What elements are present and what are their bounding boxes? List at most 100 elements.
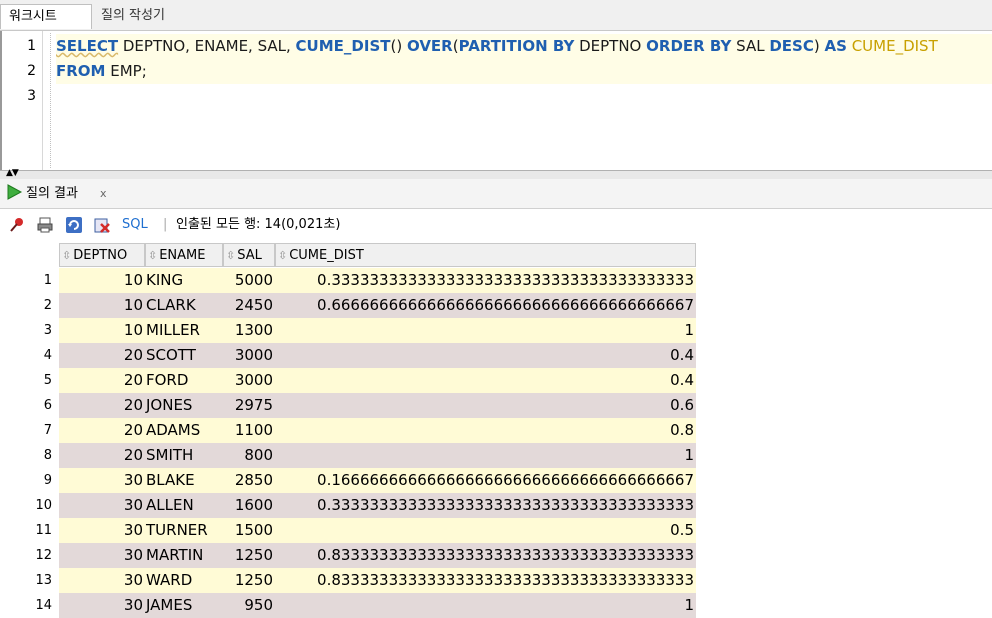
cell-deptno[interactable]: 30: [59, 568, 145, 593]
sql-editor[interactable]: 1 2 3 SELECT DEPTNO, ENAME, SAL, CUME_DI…: [0, 31, 992, 170]
code-alias: CUME_DIST: [851, 37, 938, 55]
cell-sal[interactable]: 800: [223, 443, 275, 468]
code-line-1[interactable]: SELECT DEPTNO, ENAME, SAL, CUME_DIST() O…: [56, 34, 992, 59]
cell-deptno[interactable]: 20: [59, 418, 145, 443]
tab-query-builder[interactable]: 질의 작성기: [93, 4, 173, 28]
export-icon[interactable]: [93, 216, 111, 234]
cell-ename[interactable]: TURNER: [145, 518, 223, 543]
column-header-sal[interactable]: ⇳ SAL: [223, 243, 275, 267]
cell-deptno[interactable]: 30: [59, 493, 145, 518]
cell-sal[interactable]: 2850: [223, 468, 275, 493]
table-row[interactable]: 10 30 ALLEN 1600 0.3333333333333333333333333…: [0, 493, 992, 518]
cell-cume-dist[interactable]: 1: [275, 443, 696, 468]
cell-ename[interactable]: WARD: [145, 568, 223, 593]
cell-sal[interactable]: 5000: [223, 268, 275, 293]
table-row[interactable]: 14 30 JAMES 950 1: [0, 593, 992, 618]
table-row[interactable]: 5 20 FORD 3000 0.4: [0, 368, 992, 393]
line-number: 1: [27, 38, 36, 54]
cell-ename[interactable]: ADAMS: [145, 418, 223, 443]
cell-sal[interactable]: 3000: [223, 343, 275, 368]
cell-cume-dist[interactable]: 0.8: [275, 418, 696, 443]
table-row[interactable]: 7 20 ADAMS 1100 0.8: [0, 418, 992, 443]
cell-deptno[interactable]: 30: [59, 468, 145, 493]
table-row[interactable]: 13 30 WARD 1250 0.83333333333333333333333333…: [0, 568, 992, 593]
cell-deptno[interactable]: 10: [59, 293, 145, 318]
cell-deptno[interactable]: 20: [59, 393, 145, 418]
collapse-arrows-icon[interactable]: ▲▼: [6, 168, 19, 178]
row-number: 6: [0, 393, 58, 418]
cell-sal[interactable]: 1300: [223, 318, 275, 343]
cell-ename[interactable]: CLARK: [145, 293, 223, 318]
cell-cume-dist[interactable]: 0.33333333333333333333333333333333333333: [275, 268, 696, 293]
cell-cume-dist[interactable]: 0.83333333333333333333333333333333333333: [275, 543, 696, 568]
cell-deptno[interactable]: 10: [59, 318, 145, 343]
cell-ename[interactable]: MARTIN: [145, 543, 223, 568]
column-header-ename[interactable]: ⇳ ENAME: [145, 243, 223, 267]
cell-deptno[interactable]: 30: [59, 518, 145, 543]
sql-link[interactable]: SQL: [122, 209, 148, 241]
row-number: 10: [0, 493, 58, 518]
table-row[interactable]: 6 20 JONES 2975 0.6: [0, 393, 992, 418]
cell-cume-dist[interactable]: 1: [275, 593, 696, 618]
tab-query-result[interactable]: 질의 결과: [26, 179, 78, 208]
cell-cume-dist[interactable]: 0.66666666666666666666666666666666666667: [275, 293, 696, 318]
table-row[interactable]: 12 30 MARTIN 1250 0.833333333333333333333333…: [0, 543, 992, 568]
cell-sal[interactable]: 1100: [223, 418, 275, 443]
close-tab-icon[interactable]: x: [100, 179, 107, 208]
table-row[interactable]: 8 20 SMITH 800 1: [0, 443, 992, 468]
table-row[interactable]: 11 30 TURNER 1500 0.5: [0, 518, 992, 543]
column-header-deptno[interactable]: ⇳ DEPTNO: [59, 243, 145, 267]
cell-ename[interactable]: FORD: [145, 368, 223, 393]
code-table: EMP;: [105, 62, 147, 80]
code-line-2[interactable]: FROM EMP;: [56, 59, 992, 84]
tab-worksheet[interactable]: 워크시트: [0, 4, 92, 29]
cell-ename[interactable]: JAMES: [145, 593, 223, 618]
cell-sal[interactable]: 1250: [223, 543, 275, 568]
cell-deptno[interactable]: 10: [59, 268, 145, 293]
cell-ename[interactable]: JONES: [145, 393, 223, 418]
cell-ename[interactable]: SMITH: [145, 443, 223, 468]
fn-cume-dist: CUME_DIST: [295, 37, 391, 55]
table-row[interactable]: 2 10 CLARK 2450 0.66666666666666666666666666…: [0, 293, 992, 318]
row-number: 8: [0, 443, 58, 468]
kw-as: AS: [824, 37, 847, 55]
cell-ename[interactable]: MILLER: [145, 318, 223, 343]
row-number: 11: [0, 518, 58, 543]
code-columns: DEPTNO, ENAME, SAL,: [118, 37, 296, 55]
column-header-cume-dist[interactable]: ⇳ CUME_DIST: [275, 243, 696, 267]
cell-sal[interactable]: 3000: [223, 368, 275, 393]
cell-sal[interactable]: 1250: [223, 568, 275, 593]
cell-deptno[interactable]: 20: [59, 368, 145, 393]
table-row[interactable]: 3 10 MILLER 1300 1: [0, 318, 992, 343]
cell-sal[interactable]: 2450: [223, 293, 275, 318]
refresh-icon[interactable]: [65, 216, 83, 234]
cell-cume-dist[interactable]: 0.16666666666666666666666666666666666667: [275, 468, 696, 493]
table-row[interactable]: 9 30 BLAKE 2850 0.16666666666666666666666666…: [0, 468, 992, 493]
cell-sal[interactable]: 1600: [223, 493, 275, 518]
pin-icon[interactable]: [8, 216, 26, 234]
cell-ename[interactable]: BLAKE: [145, 468, 223, 493]
cell-sal[interactable]: 2975: [223, 393, 275, 418]
cell-deptno[interactable]: 20: [59, 443, 145, 468]
cell-cume-dist[interactable]: 0.33333333333333333333333333333333333333: [275, 493, 696, 518]
cell-cume-dist[interactable]: 0.4: [275, 343, 696, 368]
cell-cume-dist[interactable]: 1: [275, 318, 696, 343]
cell-deptno[interactable]: 20: [59, 343, 145, 368]
cell-ename[interactable]: KING: [145, 268, 223, 293]
table-row[interactable]: 1 10 KING 5000 0.333333333333333333333333333…: [0, 268, 992, 293]
kw-order-by: ORDER BY: [646, 37, 732, 55]
cell-ename[interactable]: ALLEN: [145, 493, 223, 518]
cell-cume-dist[interactable]: 0.83333333333333333333333333333333333333: [275, 568, 696, 593]
cell-deptno[interactable]: 30: [59, 543, 145, 568]
cell-deptno[interactable]: 30: [59, 593, 145, 618]
table-row[interactable]: 4 20 SCOTT 3000 0.4: [0, 343, 992, 368]
cell-cume-dist[interactable]: 0.5: [275, 518, 696, 543]
cell-cume-dist[interactable]: 0.6: [275, 393, 696, 418]
cell-sal[interactable]: 950: [223, 593, 275, 618]
cell-ename[interactable]: SCOTT: [145, 343, 223, 368]
editor-tab-bar: 워크시트 질의 작성기: [0, 0, 992, 31]
cell-sal[interactable]: 1500: [223, 518, 275, 543]
code-line-3[interactable]: [56, 84, 992, 109]
print-icon[interactable]: [36, 216, 54, 234]
cell-cume-dist[interactable]: 0.4: [275, 368, 696, 393]
